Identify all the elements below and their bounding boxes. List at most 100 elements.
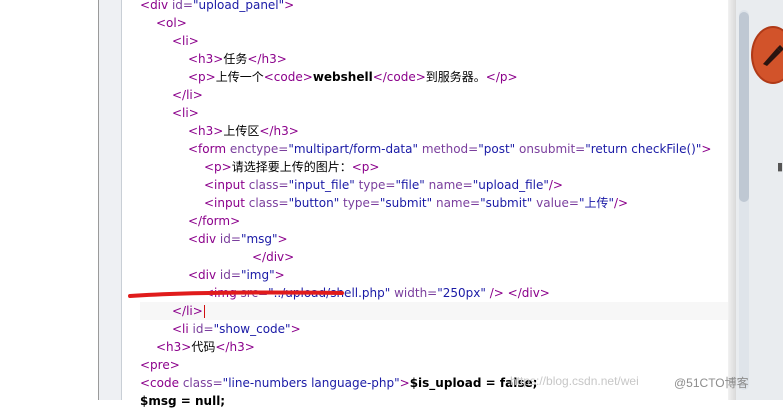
code-token: id= <box>188 322 214 336</box>
code-line[interactable]: <li> <box>172 104 199 122</box>
code-token: <h3> <box>188 52 224 66</box>
code-line[interactable]: <p>请选择要上传的图片：<p> <box>204 158 379 176</box>
code-token: id= <box>216 232 241 246</box>
editor-edge-shadow <box>728 0 736 400</box>
code-token: onsubmit= <box>515 142 586 156</box>
code-token: </form> <box>188 214 241 228</box>
code-token: "multipart/form-data" <box>288 142 419 156</box>
code-token: </div> <box>507 286 550 300</box>
code-token: "button" <box>288 196 340 210</box>
code-token: 代码 <box>191 340 216 354</box>
code-token: enctype= <box>226 142 289 156</box>
code-token: width= <box>390 286 438 300</box>
code-token: "return checkFile()" <box>585 142 702 156</box>
code-token: > <box>399 376 410 390</box>
code-token: $msg = null; <box>140 394 226 408</box>
watermark-url: https://blog.csdn.net/wei <box>510 374 639 388</box>
code-line[interactable]: <li> <box>172 32 199 50</box>
code-token: id= <box>216 268 241 282</box>
code-line[interactable]: <h3>上传区</h3> <box>188 122 299 140</box>
code-view[interactable]: <div id="upload_panel"> <ol> <li> <h3>任务</h… <box>122 0 752 408</box>
text-cursor <box>203 305 205 318</box>
code-token: <code> <box>263 70 313 84</box>
code-token: </li> <box>172 88 203 102</box>
code-token: id= <box>168 0 193 12</box>
code-token: type= <box>354 178 396 192</box>
code-line[interactable]: <div id="upload_panel"> <box>140 0 294 14</box>
code-token: /> <box>548 178 563 192</box>
code-token: > <box>290 322 301 336</box>
code-line[interactable]: <form enctype="multipart/form-data" meth… <box>188 140 711 158</box>
code-token: /> <box>485 286 504 300</box>
code-token: <ol> <box>156 16 187 30</box>
code-token: <code <box>140 376 179 390</box>
code-line[interactable]: <p>上传一个<code>webshell</code>到服务器。</p> <box>188 68 518 86</box>
code-token: name= <box>424 178 473 192</box>
code-token: "submit" <box>379 196 433 210</box>
code-token: div <box>150 0 169 12</box>
code-token: > <box>284 0 295 12</box>
source-editor[interactable]: <div id="upload_panel"> <ol> <li> <h3>任务</h… <box>122 0 752 408</box>
code-line[interactable]: <div id="img"> <box>188 266 285 284</box>
code-token: < <box>140 0 151 12</box>
code-token: "input_file" <box>288 178 355 192</box>
code-token: 到服务器。 <box>425 70 486 84</box>
code-line[interactable]: $msg = null; <box>140 392 225 410</box>
pen-icon <box>763 45 783 66</box>
code-line[interactable]: <h3>代码</h3> <box>156 338 255 356</box>
code-token: <pre> <box>140 358 180 372</box>
code-token: <li <box>172 322 189 336</box>
code-token: webshell <box>312 70 373 84</box>
code-line[interactable]: </form> <box>188 212 240 230</box>
code-line[interactable]: <ol> <box>156 14 187 32</box>
code-token: 请选择要上传的图片： <box>231 160 352 174</box>
code-token: "上传" <box>578 196 615 210</box>
code-token: "msg" <box>240 232 278 246</box>
code-token: method= <box>418 142 479 156</box>
code-token: <input <box>204 178 245 192</box>
code-token: </div> <box>252 250 295 264</box>
code-token: "img" <box>240 268 275 282</box>
code-line[interactable]: </li> <box>172 86 203 104</box>
code-token: </h3> <box>215 340 255 354</box>
code-token: <div <box>188 268 217 282</box>
code-token: <p> <box>204 160 232 174</box>
code-token: <h3> <box>156 340 192 354</box>
code-token: </p> <box>485 70 518 84</box>
code-line[interactable]: <pre> <box>140 356 180 374</box>
code-token: > <box>277 232 288 246</box>
line-gutter <box>99 0 122 400</box>
code-token: > <box>701 142 712 156</box>
code-line[interactable]: </li> <box>140 302 752 320</box>
code-token: type= <box>339 196 380 210</box>
code-token: "submit" <box>480 196 533 210</box>
code-line[interactable]: <li id="show_code"> <box>172 320 301 338</box>
code-line[interactable]: <code class="line-numbers language-php">… <box>140 374 537 392</box>
code-token: class= <box>244 196 289 210</box>
vertical-scrollbar-thumb[interactable] <box>739 12 749 202</box>
code-token: </code> <box>372 70 426 84</box>
code-token: </li> <box>172 304 203 318</box>
code-line[interactable]: <h3>任务</h3> <box>188 50 287 68</box>
code-token: 上传一个 <box>215 70 264 84</box>
code-line[interactable]: <input class="input_file" type="file" na… <box>204 176 563 194</box>
side-panel-glyph: ▮ <box>777 160 783 173</box>
code-token: "file" <box>395 178 425 192</box>
watermark-site: @51CTO博客 <box>674 376 749 390</box>
code-token: 上传区 <box>223 124 260 138</box>
code-token: </h3> <box>247 52 287 66</box>
red-annotation-underline <box>128 290 344 298</box>
code-token: "show_code" <box>213 322 291 336</box>
code-token: class= <box>179 376 223 390</box>
code-line[interactable]: </div> <box>252 248 294 266</box>
code-line[interactable]: <div id="msg"> <box>188 230 288 248</box>
code-token: <h3> <box>188 124 224 138</box>
code-token: value= <box>532 196 579 210</box>
code-token: "upload_panel" <box>192 0 285 12</box>
code-token: > <box>274 268 285 282</box>
code-token: <form <box>188 142 227 156</box>
code-line[interactable]: <input class="button" type="submit" name… <box>204 194 628 212</box>
code-token: 任务 <box>223 52 248 66</box>
left-margin <box>0 0 98 400</box>
code-token: <p> <box>188 70 216 84</box>
